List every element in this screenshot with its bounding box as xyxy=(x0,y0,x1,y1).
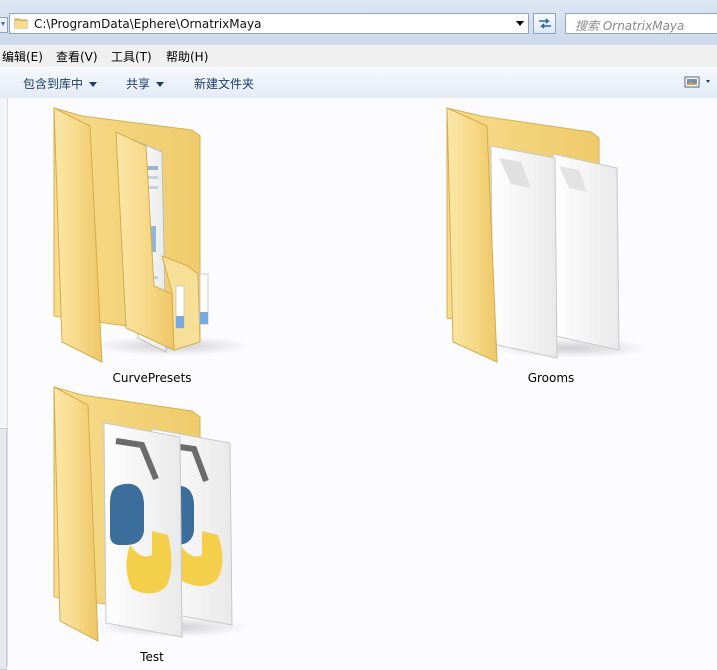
search-box[interactable]: 搜索 OrnatrixMaya xyxy=(565,13,717,34)
menu-help[interactable]: 帮助(H) xyxy=(166,48,208,65)
navigation-bar: C:\ProgramData\Ephere\OrnatrixMaya 搜索 Or… xyxy=(0,0,717,46)
view-icon xyxy=(684,76,710,88)
menu-view[interactable]: 查看(V) xyxy=(56,48,98,65)
scrollbar-thumb[interactable] xyxy=(0,428,7,670)
folder-name[interactable]: Grooms xyxy=(441,371,661,385)
history-dropdown-arrow[interactable] xyxy=(0,17,8,33)
menu-edit[interactable]: 编辑(E) xyxy=(2,48,43,65)
menu-bar: 编辑(E) 查看(V) 工具(T) 帮助(H) xyxy=(0,45,717,68)
address-dropdown-button[interactable] xyxy=(512,14,528,33)
new-folder-button[interactable]: 新建文件夹 xyxy=(194,75,254,92)
menu-tools[interactable]: 工具(T) xyxy=(111,48,152,65)
chevron-down-icon xyxy=(156,82,165,87)
refresh-button[interactable] xyxy=(533,13,556,34)
folder-documents-icon xyxy=(53,107,252,363)
change-view-button[interactable] xyxy=(684,73,714,91)
folder-icon xyxy=(14,18,28,29)
refresh-icon xyxy=(539,18,551,29)
folder-blank-files-icon xyxy=(446,107,651,363)
chevron-down-icon xyxy=(89,82,98,87)
command-bar: 包含到库中 共享 新建文件夹 xyxy=(0,67,717,99)
navigation-pane-scrollbar[interactable] xyxy=(0,98,8,670)
search-input[interactable]: 搜索 OrnatrixMaya xyxy=(575,17,684,34)
folder-name[interactable]: CurvePresets xyxy=(42,371,262,385)
folder-item-curvepresets[interactable]: CurvePresets xyxy=(42,106,252,385)
file-list-area: CurvePresets Grooms Test xyxy=(8,98,717,666)
address-bar[interactable]: C:\ProgramData\Ephere\OrnatrixMaya xyxy=(9,13,529,34)
folder-item-test[interactable]: Test xyxy=(42,385,252,664)
address-path[interactable]: C:\ProgramData\Ephere\OrnatrixMaya xyxy=(34,17,261,31)
include-in-library-button[interactable]: 包含到库中 xyxy=(23,75,98,92)
folder-item-grooms[interactable]: Grooms xyxy=(441,106,651,385)
folder-python-files-icon xyxy=(53,386,252,642)
share-button[interactable]: 共享 xyxy=(126,75,165,92)
folder-name[interactable]: Test xyxy=(42,650,262,664)
